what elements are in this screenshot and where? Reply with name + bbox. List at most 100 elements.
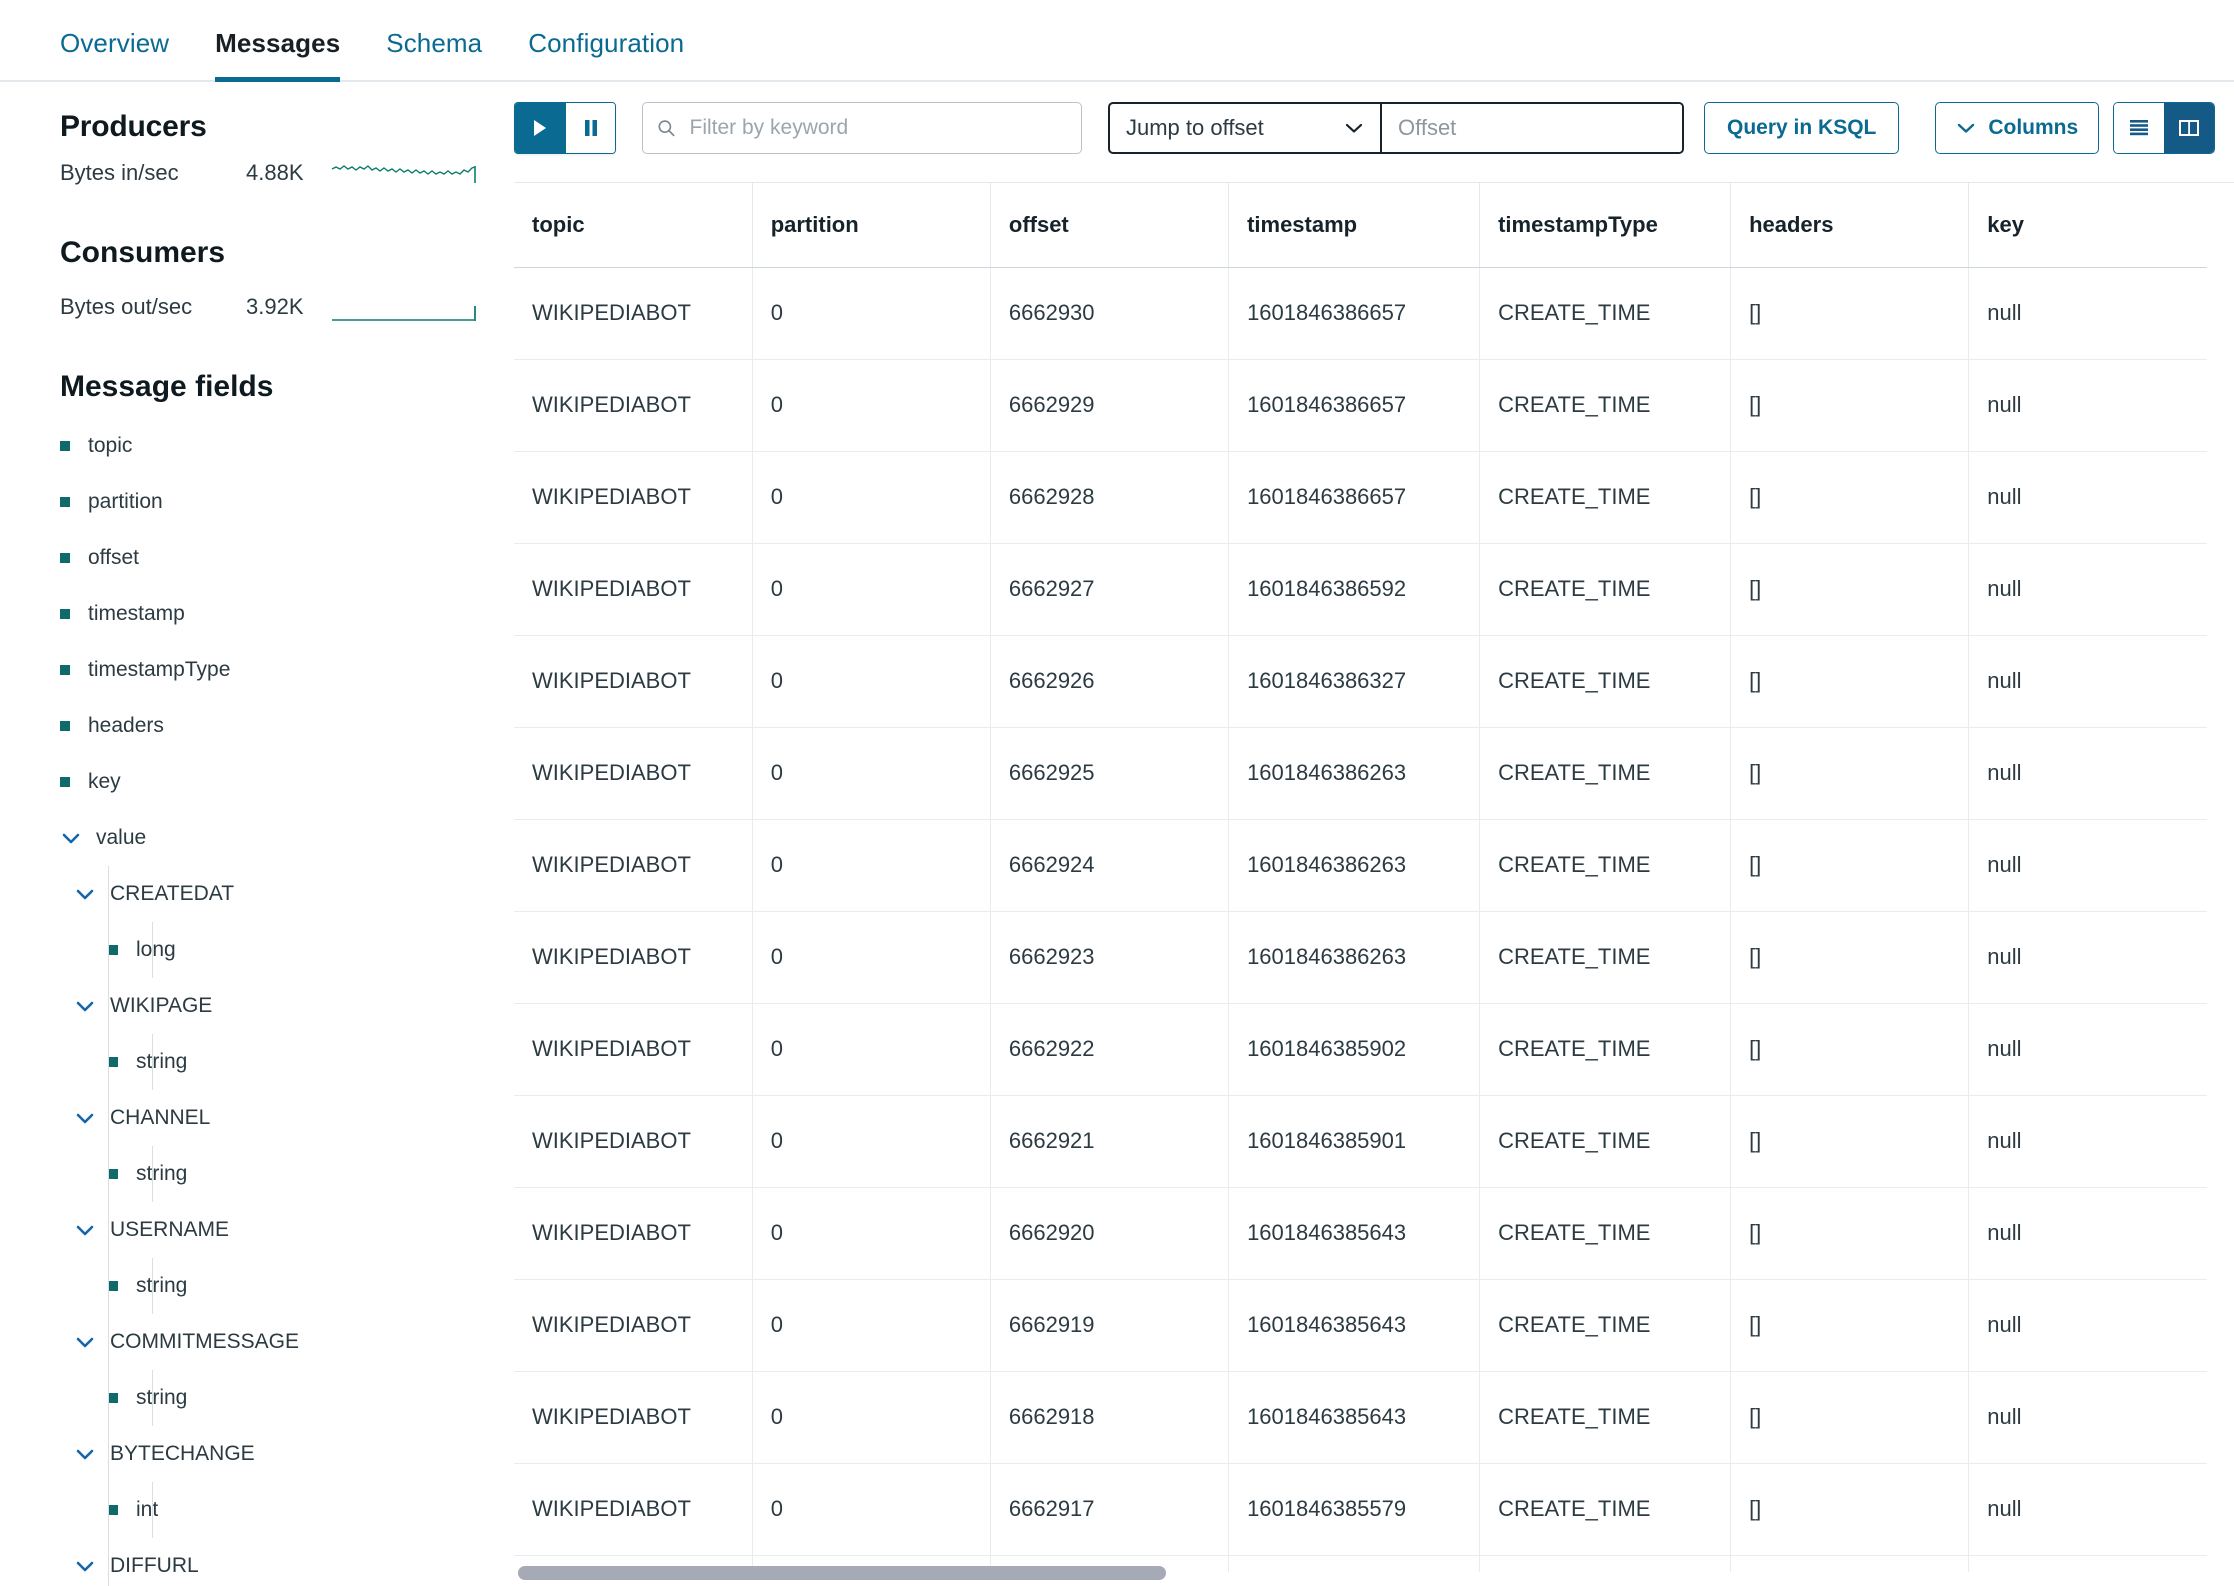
filter-field[interactable] bbox=[642, 102, 1082, 154]
table-row[interactable]: WIKIPEDIABOT 0 6662928 1601846386657 CREATE_… bbox=[514, 451, 2207, 544]
field-node-long[interactable]: long bbox=[60, 922, 500, 978]
cell-partition: 0 bbox=[752, 1003, 991, 1096]
table-row[interactable]: WIKIPEDIABOT 0 6662930 1601846386657 CREATE_… bbox=[514, 267, 2207, 360]
table-row[interactable]: WIKIPEDIABOT 0 6662929 1601846386657 CREATE_… bbox=[514, 359, 2207, 452]
cell-topic: WIKIPEDIABOT bbox=[514, 1371, 753, 1464]
pause-button[interactable] bbox=[565, 103, 615, 153]
cell-headers: [] bbox=[1730, 1187, 1970, 1280]
column-header-timestamp[interactable]: timestamp bbox=[1228, 183, 1481, 268]
offset-field[interactable] bbox=[1382, 104, 1682, 152]
tree-guide-line bbox=[108, 1090, 109, 1146]
cell-offset: 6662928 bbox=[990, 451, 1230, 544]
tab-configuration[interactable]: Configuration bbox=[528, 28, 684, 82]
field-node-timestamptype[interactable]: timestampType bbox=[60, 642, 500, 698]
field-node-wikipage[interactable]: WIKIPAGE bbox=[60, 978, 500, 1034]
field-node-label: USERNAME bbox=[110, 1218, 230, 1241]
offset-input[interactable] bbox=[1382, 104, 1682, 152]
table-row[interactable]: WIKIPEDIABOT 0 6662921 1601846385901 CREATE_… bbox=[514, 1095, 2207, 1188]
column-header-topic[interactable]: topic bbox=[514, 183, 753, 268]
field-bullet-icon bbox=[60, 777, 70, 787]
table-row[interactable]: WIKIPEDIABOT 0 6662927 1601846386592 CREATE_… bbox=[514, 543, 2207, 636]
field-node-string[interactable]: string bbox=[60, 1146, 500, 1202]
chevron-down-icon[interactable] bbox=[74, 1107, 96, 1129]
cell-key: null bbox=[1968, 727, 2207, 820]
field-node-int[interactable]: int bbox=[60, 1482, 500, 1538]
cell-timestamptype: CREATE_TIME bbox=[1479, 1187, 1732, 1280]
field-node-headers[interactable]: headers bbox=[60, 698, 500, 754]
tree-guide-line bbox=[152, 1482, 153, 1538]
cell-timestamptype: CREATE_TIME bbox=[1479, 819, 1732, 912]
table-row[interactable]: WIKIPEDIABOT 0 6662925 1601846386263 CREATE_… bbox=[514, 727, 2207, 820]
tab-schema[interactable]: Schema bbox=[386, 28, 482, 82]
messages-table-container: topic partition offset timestamp timestampTy… bbox=[514, 182, 2234, 1572]
field-node-key[interactable]: key bbox=[60, 754, 500, 810]
cell-offset: 6662924 bbox=[990, 819, 1230, 912]
jump-to-offset-select[interactable]: Jump to offset bbox=[1110, 104, 1382, 152]
field-node-string[interactable]: string bbox=[60, 1258, 500, 1314]
split-view-button[interactable] bbox=[2164, 103, 2215, 153]
rows-view-button[interactable] bbox=[2114, 103, 2165, 153]
chevron-down-icon[interactable] bbox=[74, 995, 96, 1017]
field-node-timestamp[interactable]: timestamp bbox=[60, 586, 500, 642]
column-header-headers[interactable]: headers bbox=[1730, 183, 1970, 268]
cell-offset: 6662918 bbox=[990, 1371, 1230, 1464]
field-node-createdat[interactable]: CREATEDAT bbox=[60, 866, 500, 922]
horizontal-scrollbar[interactable] bbox=[514, 1566, 2234, 1580]
table-row[interactable]: WIKIPEDIABOT 0 6662920 1601846385643 CREATE_… bbox=[514, 1187, 2207, 1280]
search-input[interactable] bbox=[687, 115, 1067, 141]
cell-timestamp: 1601846386263 bbox=[1228, 911, 1481, 1004]
column-header-offset[interactable]: offset bbox=[990, 183, 1230, 268]
chevron-down-icon[interactable] bbox=[74, 1219, 96, 1241]
chevron-down-icon[interactable] bbox=[74, 1443, 96, 1465]
field-node-channel[interactable]: CHANNEL bbox=[60, 1090, 500, 1146]
query-in-ksql-button[interactable]: Query in KSQL bbox=[1704, 102, 1900, 154]
cell-partition: 0 bbox=[752, 727, 991, 820]
field-node-commitmessage[interactable]: COMMITMESSAGE bbox=[60, 1314, 500, 1370]
table-row[interactable]: WIKIPEDIABOT 0 6662918 1601846385643 CREATE_… bbox=[514, 1371, 2207, 1464]
cell-key: null bbox=[1968, 267, 2207, 360]
search-icon bbox=[658, 120, 675, 137]
field-node-topic[interactable]: topic bbox=[60, 418, 500, 474]
column-header-timestamptype[interactable]: timestampType bbox=[1479, 183, 1732, 268]
field-node-value[interactable]: value bbox=[60, 810, 500, 866]
cell-topic: WIKIPEDIABOT bbox=[514, 359, 753, 452]
column-header-key[interactable]: key bbox=[1968, 183, 2207, 268]
table-row[interactable]: WIKIPEDIABOT 0 6662926 1601846386327 CREATE_… bbox=[514, 635, 2207, 728]
tab-overview[interactable]: Overview bbox=[60, 28, 169, 82]
play-button[interactable] bbox=[515, 103, 565, 153]
field-bullet-icon bbox=[108, 1057, 118, 1067]
columns-button[interactable]: Columns bbox=[1935, 102, 2100, 154]
table-row[interactable]: WIKIPEDIABOT 0 6662922 1601846385902 CREATE_… bbox=[514, 1003, 2207, 1096]
field-node-label: headers bbox=[88, 714, 164, 737]
field-node-partition[interactable]: partition bbox=[60, 474, 500, 530]
jump-to-offset-label: Jump to offset bbox=[1126, 115, 1264, 140]
field-node-string[interactable]: string bbox=[60, 1370, 500, 1426]
field-node-diffurl[interactable]: DIFFURL bbox=[60, 1538, 500, 1586]
field-node-string[interactable]: string bbox=[60, 1034, 500, 1090]
chevron-down-icon[interactable] bbox=[74, 1331, 96, 1353]
cell-timestamp: 1601846385643 bbox=[1228, 1371, 1481, 1464]
cell-offset: 6662923 bbox=[990, 911, 1230, 1004]
chevron-down-icon[interactable] bbox=[60, 827, 82, 849]
table-row[interactable]: WIKIPEDIABOT 0 6662924 1601846386263 CREATE_… bbox=[514, 819, 2207, 912]
table-row[interactable]: WIKIPEDIABOT 0 6662917 1601846385579 CREATE_… bbox=[514, 1463, 2207, 1556]
tab-messages[interactable]: Messages bbox=[215, 28, 341, 82]
column-header-partition[interactable]: partition bbox=[752, 183, 991, 268]
field-node-bytechange[interactable]: BYTECHANGE bbox=[60, 1426, 500, 1482]
chevron-down-icon[interactable] bbox=[74, 1555, 96, 1577]
table-row[interactable]: WIKIPEDIABOT 0 6662923 1601846386263 CREATE_… bbox=[514, 911, 2207, 1004]
cell-offset: 6662925 bbox=[990, 727, 1230, 820]
cell-timestamp: 1601846386657 bbox=[1228, 359, 1481, 452]
field-node-username[interactable]: USERNAME bbox=[60, 1202, 500, 1258]
pause-icon bbox=[584, 120, 597, 136]
scrollbar-thumb[interactable] bbox=[518, 1566, 1166, 1580]
table-row[interactable]: WIKIPEDIABOT 0 6662919 1601846385643 CREATE_… bbox=[514, 1279, 2207, 1372]
chevron-down-icon[interactable] bbox=[74, 883, 96, 905]
cell-headers: [] bbox=[1730, 727, 1970, 820]
cell-key: null bbox=[1968, 543, 2207, 636]
field-node-offset[interactable]: offset bbox=[60, 530, 500, 586]
view-toggle-group bbox=[2113, 102, 2216, 154]
tree-guide-line bbox=[108, 1370, 109, 1426]
cell-partition: 0 bbox=[752, 451, 991, 544]
cell-key: null bbox=[1968, 819, 2207, 912]
